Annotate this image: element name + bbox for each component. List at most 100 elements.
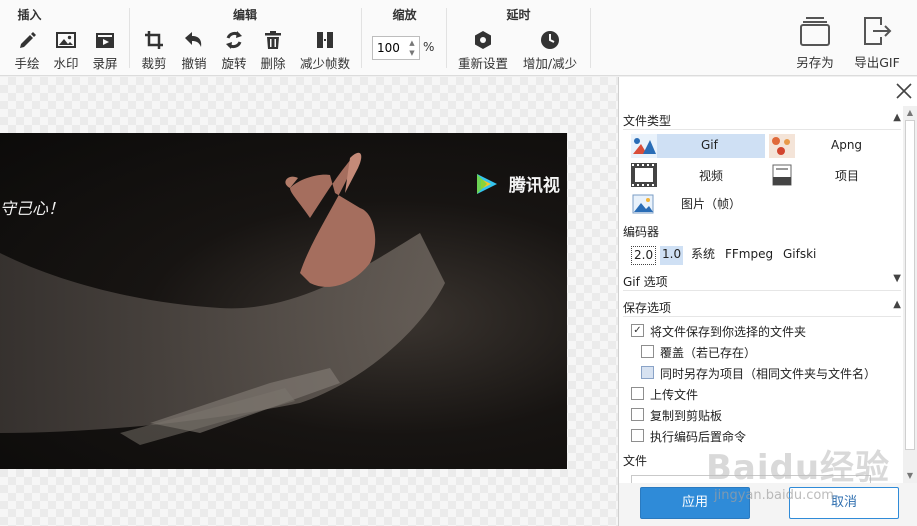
file-type-apng[interactable]: Apng <box>769 134 899 158</box>
rotate-label: 旋转 <box>221 56 247 71</box>
edit-group: 编辑 裁剪 撤销 旋转 删除 减少帧数 <box>130 0 360 76</box>
gif-options-header: Gif 选项 <box>623 275 668 289</box>
export-icon <box>864 17 892 45</box>
freehand-tool[interactable]: 手绘 <box>12 30 42 71</box>
encoder-2-0[interactable]: 2.0 <box>631 246 657 265</box>
upload-label: 上传文件 <box>650 388 699 402</box>
run-command-label: 执行编码后置命令 <box>650 430 747 444</box>
freehand-label: 手绘 <box>14 56 40 71</box>
delay-group-title: 延时 <box>506 8 531 22</box>
close-icon[interactable] <box>895 82 913 103</box>
inc-dec-delay-label: 增加/减少 <box>522 56 578 71</box>
encoder-header: 编码器 <box>623 225 660 239</box>
frame-preview[interactable]: 守己心！ 腾讯视 <box>0 133 567 469</box>
file-header: 文件 <box>623 454 648 468</box>
clock-icon <box>541 31 559 49</box>
ribbon-toolbar: 插入 手绘 水印 录屏 编辑 裁剪 撤销 旋转 删除 减少帧数 缩放 100 ▲… <box>0 0 917 76</box>
checkbox-checked[interactable]: ✓ <box>631 324 644 337</box>
image-frames-icon <box>631 191 657 218</box>
crop-icon <box>145 31 163 49</box>
scroll-up-icon[interactable]: ▲ <box>903 106 917 120</box>
file-type-section[interactable]: 文件类型 ▲ <box>623 112 901 130</box>
save-options-section[interactable]: 保存选项 ▲ <box>623 299 901 317</box>
watermark-text: 腾讯视 <box>508 176 560 196</box>
apply-button[interactable]: 应用 <box>640 487 750 519</box>
record-tool[interactable]: 录屏 <box>90 30 120 71</box>
file-type-gif-label: Gif <box>701 138 718 152</box>
rotate-icon <box>226 31 242 49</box>
zoom-input[interactable]: ▲ ▼ <box>372 36 420 60</box>
spin-down-icon[interactable]: ▼ <box>406 48 418 58</box>
panel-footer: 应用 取消 <box>619 483 917 526</box>
watermark-label: 水印 <box>53 56 79 71</box>
encoder-system[interactable]: 系统 <box>689 246 717 265</box>
pen-icon <box>20 32 36 48</box>
checkbox[interactable] <box>631 408 644 421</box>
file-section: 文件 <box>623 452 901 470</box>
file-path-field[interactable] <box>631 475 871 483</box>
insert-group: 插入 手绘 水印 录屏 <box>0 0 129 76</box>
file-type-image[interactable]: 图片（帧） <box>631 191 765 215</box>
encoder-1-0[interactable]: 1.0 <box>660 246 684 265</box>
chevron-up-icon[interactable]: ▲ <box>893 112 901 123</box>
apng-icon <box>769 134 795 161</box>
panel-scrollbar[interactable]: ▲ ▼ <box>903 106 917 483</box>
crop-tool[interactable]: 裁剪 <box>139 30 169 71</box>
stacked-frames-icon <box>800 17 830 46</box>
watermark-tool[interactable]: 水印 <box>51 30 81 71</box>
overwrite-label: 覆盖（若已存在） <box>660 346 757 360</box>
encoder-ffmpeg[interactable]: FFmpeg <box>723 246 775 265</box>
file-type-image-label: 图片（帧） <box>681 197 742 211</box>
encoder-section: 编码器 <box>623 223 823 241</box>
save-as-button[interactable]: 另存为 <box>792 16 838 71</box>
delete-tool[interactable]: 删除 <box>258 30 288 71</box>
scroll-thumb[interactable] <box>905 120 915 450</box>
crop-label: 裁剪 <box>141 56 167 71</box>
undo-tool[interactable]: 撤销 <box>179 30 209 71</box>
trash-icon <box>265 31 281 49</box>
encoder-gifski[interactable]: Gifski <box>781 246 818 265</box>
file-type-project[interactable]: 项目 <box>769 163 899 187</box>
hexagon-reset-icon <box>475 31 491 49</box>
reduce-frames-tool[interactable]: 减少帧数 <box>296 30 354 71</box>
spin-up-icon[interactable]: ▲ <box>406 38 418 48</box>
file-type-video[interactable]: 视频 <box>631 163 765 187</box>
zoom-value-field[interactable] <box>373 37 405 59</box>
checkbox[interactable] <box>631 429 644 442</box>
zoom-spinner[interactable]: ▲ ▼ <box>406 38 418 58</box>
copy-clipboard-label: 复制到剪贴板 <box>650 409 723 423</box>
gif-options-section[interactable]: Gif 选项 ▼ <box>623 273 901 291</box>
checkbox[interactable] <box>641 366 654 379</box>
undo-label: 撤销 <box>181 56 207 71</box>
insert-group-title: 插入 <box>17 8 42 22</box>
chevron-down-icon[interactable]: ▼ <box>893 273 901 284</box>
file-type-apng-label: Apng <box>831 138 863 152</box>
canvas-area[interactable]: 守己心！ 腾讯视 <box>0 77 618 526</box>
tencent-video-logo-icon <box>474 172 500 201</box>
export-gif-button[interactable]: 导出GIF <box>850 16 904 71</box>
edit-group-title: 编辑 <box>232 8 257 22</box>
file-type-gif[interactable]: Gif <box>631 134 765 158</box>
save-as-project-label: 同时另存为项目（相同文件夹与文件名） <box>660 367 877 381</box>
checkbox[interactable] <box>631 387 644 400</box>
export-gif-label: 导出GIF <box>854 55 900 70</box>
checkbox[interactable] <box>641 345 654 358</box>
file-type-header: 文件类型 <box>623 114 672 128</box>
gif-icon <box>631 134 657 161</box>
video-filmstrip-icon <box>631 163 657 190</box>
file-type-project-label: 项目 <box>835 169 860 183</box>
record-label: 录屏 <box>92 56 118 71</box>
video-watermark: 腾讯视 <box>474 171 560 201</box>
save-panel: ▲ ▼ 文件类型 ▲ Gif Apng 视频 项目 图片（帧） 编码器 2.0 … <box>618 77 917 526</box>
file-type-video-label: 视频 <box>699 169 724 183</box>
save-to-folder-label: 将文件保存到你选择的文件夹 <box>650 325 807 339</box>
scroll-down-icon[interactable]: ▼ <box>903 469 917 483</box>
chevron-up-icon[interactable]: ▲ <box>893 299 901 310</box>
inc-dec-delay-tool[interactable]: 增加/减少 <box>518 30 582 71</box>
reset-delay-tool[interactable]: 重新设置 <box>454 30 512 71</box>
divider <box>590 8 591 68</box>
film-play-icon <box>96 33 114 48</box>
cancel-button[interactable]: 取消 <box>789 487 899 519</box>
rotate-tool[interactable]: 旋转 <box>219 30 249 71</box>
reduce-frames-label: 减少帧数 <box>299 56 350 71</box>
